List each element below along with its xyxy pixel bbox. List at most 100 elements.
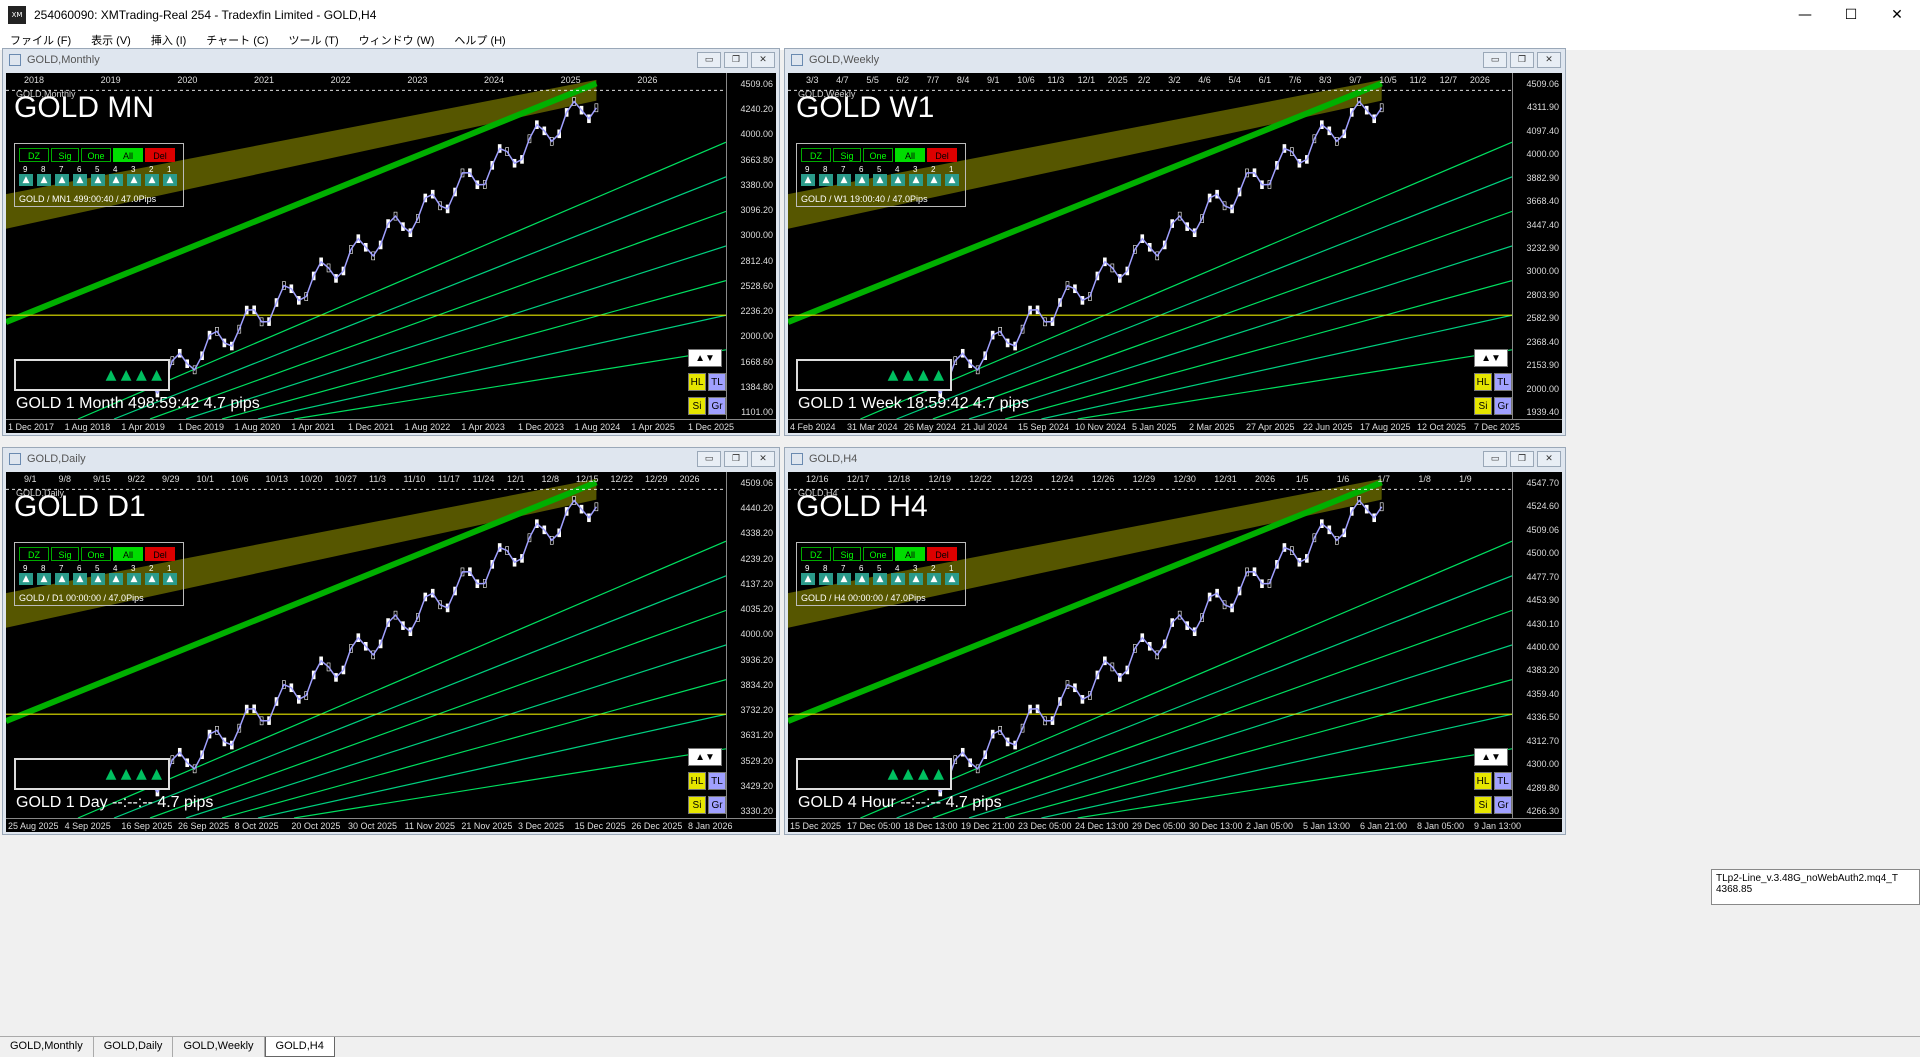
triangle-icon[interactable]: ▲ bbox=[91, 174, 105, 186]
updown-button[interactable]: ▲▼ bbox=[688, 748, 722, 766]
chart-plot-area[interactable]: 12/16 12/17 12/18 12/19 12/22 12/23 12/24 12/26… bbox=[788, 472, 1562, 832]
menu-chart[interactable]: チャート (C) bbox=[196, 32, 278, 48]
chart-plot-area[interactable]: 9/1 9/8 9/15 9/22 9/29 10/1 10/6 10/13 10/20 10/2… bbox=[6, 472, 776, 832]
side-si-button[interactable]: Si bbox=[688, 397, 706, 415]
triangle-icon[interactable]: ▲ bbox=[127, 174, 141, 186]
triangle-icon[interactable]: ▲ bbox=[909, 573, 923, 585]
triangle-icon[interactable]: ▲ bbox=[819, 174, 833, 186]
panel-dz-button[interactable]: DZ bbox=[801, 148, 831, 162]
chart-minimize-button[interactable]: ▭ bbox=[697, 451, 721, 467]
panel-all-button[interactable]: All bbox=[895, 547, 925, 561]
side-gr-button[interactable]: Gr bbox=[708, 397, 726, 415]
tab-gold-daily[interactable]: GOLD,Daily bbox=[94, 1037, 174, 1057]
triangle-icon[interactable]: ▲ bbox=[873, 573, 887, 585]
triangle-icon[interactable]: ▲ bbox=[837, 174, 851, 186]
triangle-icon[interactable]: ▲ bbox=[145, 573, 159, 585]
chart-window[interactable]: GOLD,Monthly ▭ ❐ ✕ 2018 2019 2020 2021 2022 2023 2… bbox=[2, 48, 780, 436]
menu-help[interactable]: ヘルプ (H) bbox=[444, 32, 515, 48]
chart-close-button[interactable]: ✕ bbox=[1537, 451, 1561, 467]
triangle-icon[interactable]: ▲ bbox=[927, 573, 941, 585]
chart-plot-area[interactable]: 2018 2019 2020 2021 2022 2023 2024 2025 2026 GOLD… bbox=[6, 73, 776, 433]
side-gr-button[interactable]: Gr bbox=[1494, 796, 1512, 814]
panel-all-button[interactable]: All bbox=[895, 148, 925, 162]
panel-dz-button[interactable]: DZ bbox=[801, 547, 831, 561]
triangle-icon[interactable]: ▲ bbox=[163, 573, 177, 585]
panel-one-button[interactable]: One bbox=[863, 148, 893, 162]
triangle-icon[interactable]: ▲ bbox=[945, 573, 959, 585]
triangle-icon[interactable]: ▲ bbox=[837, 573, 851, 585]
updown-button[interactable]: ▲▼ bbox=[1474, 349, 1508, 367]
triangle-icon[interactable]: ▲ bbox=[37, 573, 51, 585]
side-gr-button[interactable]: Gr bbox=[708, 796, 726, 814]
minimize-button[interactable]: — bbox=[1782, 0, 1828, 30]
tab-gold-weekly[interactable]: GOLD,Weekly bbox=[173, 1037, 265, 1057]
menu-file[interactable]: ファイル (F) bbox=[0, 32, 81, 48]
triangle-icon[interactable]: ▲ bbox=[945, 174, 959, 186]
triangle-icon[interactable]: ▲ bbox=[927, 174, 941, 186]
panel-sig-button[interactable]: Sig bbox=[51, 148, 79, 162]
triangle-icon[interactable]: ▲ bbox=[55, 174, 69, 186]
triangle-icon[interactable]: ▲ bbox=[801, 573, 815, 585]
triangle-icon[interactable]: ▲ bbox=[145, 174, 159, 186]
side-tl-button[interactable]: TL bbox=[1494, 772, 1512, 790]
triangle-icon[interactable]: ▲ bbox=[73, 174, 87, 186]
side-tl-button[interactable]: TL bbox=[708, 772, 726, 790]
side-gr-button[interactable]: Gr bbox=[1494, 397, 1512, 415]
panel-dz-button[interactable]: DZ bbox=[19, 547, 49, 561]
panel-one-button[interactable]: One bbox=[81, 148, 111, 162]
triangle-icon[interactable]: ▲ bbox=[55, 573, 69, 585]
chart-minimize-button[interactable]: ▭ bbox=[1483, 451, 1507, 467]
triangle-icon[interactable]: ▲ bbox=[855, 573, 869, 585]
panel-all-button[interactable]: All bbox=[113, 148, 143, 162]
panel-sig-button[interactable]: Sig bbox=[51, 547, 79, 561]
triangle-icon[interactable]: ▲ bbox=[127, 573, 141, 585]
triangle-icon[interactable]: ▲ bbox=[37, 174, 51, 186]
triangle-icon[interactable]: ▲ bbox=[109, 174, 123, 186]
chart-restore-button[interactable]: ❐ bbox=[724, 52, 748, 68]
triangle-icon[interactable]: ▲ bbox=[873, 174, 887, 186]
triangle-icon[interactable]: ▲ bbox=[109, 573, 123, 585]
chart-minimize-button[interactable]: ▭ bbox=[1483, 52, 1507, 68]
menu-tools[interactable]: ツール (T) bbox=[279, 32, 349, 48]
triangle-icon[interactable]: ▲ bbox=[91, 573, 105, 585]
panel-del-button[interactable]: Del bbox=[145, 148, 175, 162]
close-button[interactable]: ✕ bbox=[1874, 0, 1920, 30]
triangle-icon[interactable]: ▲ bbox=[891, 573, 905, 585]
panel-one-button[interactable]: One bbox=[863, 547, 893, 561]
side-hl-button[interactable]: HL bbox=[1474, 373, 1492, 391]
triangle-icon[interactable]: ▲ bbox=[163, 174, 177, 186]
side-hl-button[interactable]: HL bbox=[688, 373, 706, 391]
triangle-icon[interactable]: ▲ bbox=[801, 174, 815, 186]
chart-minimize-button[interactable]: ▭ bbox=[697, 52, 721, 68]
panel-one-button[interactable]: One bbox=[81, 547, 111, 561]
panel-del-button[interactable]: Del bbox=[145, 547, 175, 561]
chart-window[interactable]: GOLD,Weekly ▭ ❐ ✕ 3/3 4/7 5/5 6/2 7/7 8/4 9/1 10/6 1… bbox=[784, 48, 1566, 436]
side-si-button[interactable]: Si bbox=[1474, 397, 1492, 415]
triangle-icon[interactable]: ▲ bbox=[19, 573, 33, 585]
chart-plot-area[interactable]: 3/3 4/7 5/5 6/2 7/7 8/4 9/1 10/6 11/3 12/1 2025 2/2… bbox=[788, 73, 1562, 433]
side-si-button[interactable]: Si bbox=[1474, 796, 1492, 814]
chart-close-button[interactable]: ✕ bbox=[1537, 52, 1561, 68]
panel-all-button[interactable]: All bbox=[113, 547, 143, 561]
maximize-button[interactable]: ☐ bbox=[1828, 0, 1874, 30]
side-hl-button[interactable]: HL bbox=[688, 772, 706, 790]
side-hl-button[interactable]: HL bbox=[1474, 772, 1492, 790]
updown-button[interactable]: ▲▼ bbox=[688, 349, 722, 367]
menu-window[interactable]: ウィンドウ (W) bbox=[349, 32, 445, 48]
tab-gold-h4[interactable]: GOLD,H4 bbox=[264, 1037, 335, 1057]
triangle-icon[interactable]: ▲ bbox=[19, 174, 33, 186]
chart-restore-button[interactable]: ❐ bbox=[1510, 451, 1534, 467]
chart-close-button[interactable]: ✕ bbox=[751, 52, 775, 68]
chart-restore-button[interactable]: ❐ bbox=[1510, 52, 1534, 68]
triangle-icon[interactable]: ▲ bbox=[73, 573, 87, 585]
triangle-icon[interactable]: ▲ bbox=[891, 174, 905, 186]
triangle-icon[interactable]: ▲ bbox=[909, 174, 923, 186]
panel-dz-button[interactable]: DZ bbox=[19, 148, 49, 162]
chart-restore-button[interactable]: ❐ bbox=[724, 451, 748, 467]
panel-del-button[interactable]: Del bbox=[927, 148, 957, 162]
triangle-icon[interactable]: ▲ bbox=[819, 573, 833, 585]
side-si-button[interactable]: Si bbox=[688, 796, 706, 814]
tab-gold-monthly[interactable]: GOLD,Monthly bbox=[0, 1037, 94, 1057]
panel-del-button[interactable]: Del bbox=[927, 547, 957, 561]
chart-close-button[interactable]: ✕ bbox=[751, 451, 775, 467]
